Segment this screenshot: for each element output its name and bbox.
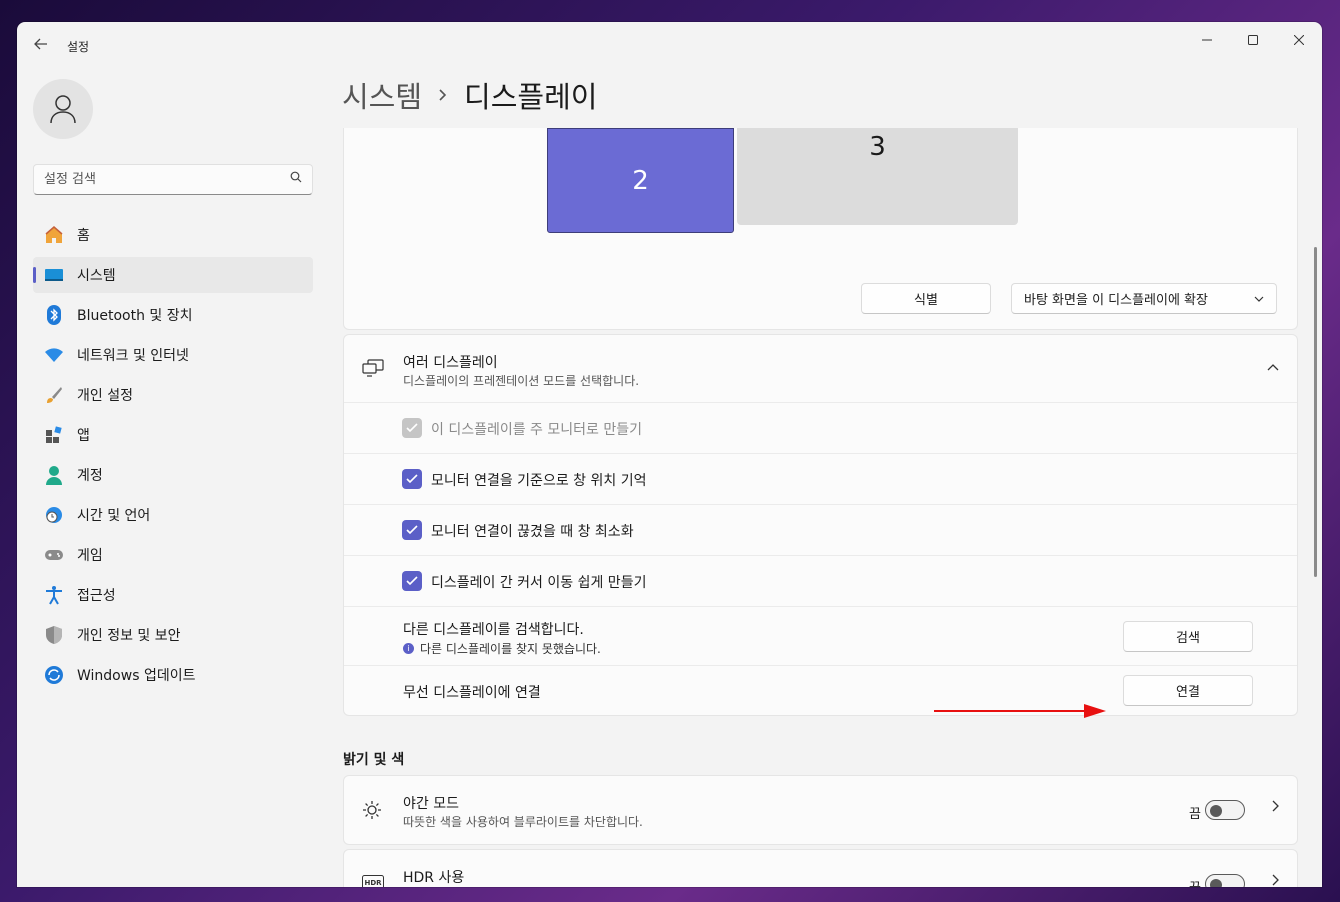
night-light-card[interactable]: 야간 모드 따뜻한 색을 사용하여 블루라이트를 차단합니다. 끔 xyxy=(343,775,1298,845)
detect-button[interactable]: 검색 xyxy=(1123,621,1253,652)
check-icon xyxy=(406,474,418,484)
multiple-displays-card: 여러 디스플레이 디스플레이의 프레젠테이션 모드를 선택합니다. 이 디스플레… xyxy=(343,334,1298,716)
option-row-cursor-ease: 디스플레이 간 커서 이동 쉽게 만들기 xyxy=(344,556,1297,607)
night-light-subtitle: 따뜻한 색을 사용하여 블루라이트를 차단합니다. xyxy=(403,815,643,829)
display-arrangement-card: 2 3 식별 바탕 화면을 이 디스플레이에 확장 xyxy=(343,128,1298,330)
detect-displays-row: 다른 디스플레이를 검색합니다. i 다른 디스플레이를 찾지 못했습니다. 검… xyxy=(344,607,1297,666)
sidebar-item-system[interactable]: 시스템 xyxy=(33,257,313,293)
page-title: 디스플레이 xyxy=(464,80,598,114)
identify-button[interactable]: 식별 xyxy=(861,283,991,314)
update-icon xyxy=(43,664,65,686)
settings-search xyxy=(33,164,313,195)
brush-icon xyxy=(43,384,65,406)
check-icon xyxy=(406,423,418,433)
hdr-state: 끔 xyxy=(1189,877,1201,887)
app-title: 설정 xyxy=(67,40,90,54)
checkbox-minimize-windows[interactable] xyxy=(402,520,422,540)
settings-window: 설정 홈 시스템 Bluetooth 및 장치 xyxy=(17,22,1322,887)
accessibility-icon xyxy=(43,584,65,606)
svg-text:HDR: HDR xyxy=(364,879,382,887)
title-bar: 설정 xyxy=(17,22,1322,66)
hdr-toggle[interactable] xyxy=(1205,874,1245,887)
section-title-brightness: 밝기 및 색 xyxy=(343,752,405,768)
option-row-minimize-windows: 모니터 연결이 끊겼을 때 창 최소화 xyxy=(344,505,1297,556)
home-icon xyxy=(43,224,65,246)
close-button[interactable] xyxy=(1276,26,1322,56)
chevron-right-icon xyxy=(438,83,448,107)
search-icon[interactable] xyxy=(290,171,302,187)
sidebar-item-windows-update[interactable]: Windows 업데이트 xyxy=(33,657,313,693)
breadcrumb-parent[interactable]: 시스템 xyxy=(342,74,422,116)
wifi-icon xyxy=(43,344,65,366)
account-icon xyxy=(43,464,65,486)
multiple-displays-subtitle: 디스플레이의 프레젠테이션 모드를 선택합니다. xyxy=(403,374,640,388)
monitor-2-tile[interactable]: 2 xyxy=(547,128,734,233)
multiple-displays-header[interactable]: 여러 디스플레이 디스플레이의 프레젠테이션 모드를 선택합니다. xyxy=(344,335,1297,403)
night-light-state: 끔 xyxy=(1189,807,1201,822)
display-mode-dropdown[interactable]: 바탕 화면을 이 디스플레이에 확장 xyxy=(1011,283,1277,314)
option-row-remember-window: 모니터 연결을 기준으로 창 위치 기억 xyxy=(344,454,1297,505)
back-button[interactable] xyxy=(29,34,53,58)
sidebar-nav: 홈 시스템 Bluetooth 및 장치 네트워크 및 인터넷 개인 설정 앱 … xyxy=(33,217,313,697)
hdr-card[interactable]: HDR HDR 사용 끔 xyxy=(343,849,1298,887)
apps-icon xyxy=(43,424,65,446)
sidebar-item-privacy[interactable]: 개인 정보 및 보안 xyxy=(33,617,313,653)
chevron-down-icon xyxy=(1254,291,1264,306)
option-row-primary: 이 디스플레이를 주 모니터로 만들기 xyxy=(344,403,1297,454)
hdr-title: HDR 사용 xyxy=(403,870,465,886)
shield-icon xyxy=(43,624,65,646)
night-light-title: 야간 모드 xyxy=(403,796,459,812)
chevron-right-icon[interactable] xyxy=(1271,800,1279,816)
search-input[interactable] xyxy=(34,165,274,194)
breadcrumb: 시스템 디스플레이 xyxy=(342,74,597,116)
multi-monitor-icon xyxy=(362,359,384,381)
chevron-right-icon[interactable] xyxy=(1271,874,1279,887)
minimize-icon xyxy=(1202,39,1212,41)
maximize-icon xyxy=(1248,35,1258,45)
sidebar-item-accessibility[interactable]: 접근성 xyxy=(33,577,313,613)
night-light-toggle[interactable] xyxy=(1205,800,1245,820)
checkbox-remember-window[interactable] xyxy=(402,469,422,489)
user-icon xyxy=(50,95,76,124)
wireless-display-row: 무선 디스플레이에 연결 연결 xyxy=(344,666,1297,716)
chevron-up-icon[interactable] xyxy=(1267,359,1279,375)
sun-icon xyxy=(362,800,382,824)
sidebar-item-gaming[interactable]: 게임 xyxy=(33,537,313,573)
monitor-icon xyxy=(43,264,65,286)
info-icon: i xyxy=(403,643,414,654)
detect-title: 다른 디스플레이를 검색합니다. xyxy=(403,622,584,638)
sidebar-item-personalization[interactable]: 개인 설정 xyxy=(33,377,313,413)
monitor-3-tile[interactable]: 3 xyxy=(737,128,1018,225)
sidebar-item-apps[interactable]: 앱 xyxy=(33,417,313,453)
detect-status: i 다른 디스플레이를 찾지 못했습니다. xyxy=(403,640,601,657)
globe-clock-icon xyxy=(43,504,65,526)
red-arrow-annotation xyxy=(934,704,1106,718)
check-icon xyxy=(406,576,418,586)
user-avatar[interactable] xyxy=(33,79,93,139)
connect-button[interactable]: 연결 xyxy=(1123,675,1253,706)
sidebar-item-accounts[interactable]: 계정 xyxy=(33,457,313,493)
sidebar-item-home[interactable]: 홈 xyxy=(33,217,313,253)
multiple-displays-title: 여러 디스플레이 xyxy=(403,355,498,371)
maximize-button[interactable] xyxy=(1230,26,1276,56)
gamepad-icon xyxy=(43,544,65,566)
sidebar-item-network[interactable]: 네트워크 및 인터넷 xyxy=(33,337,313,373)
sidebar-item-time-language[interactable]: 시간 및 언어 xyxy=(33,497,313,533)
hdr-icon: HDR xyxy=(362,874,384,887)
bluetooth-icon xyxy=(43,304,65,326)
close-icon xyxy=(1293,34,1305,46)
checkbox-primary-display[interactable] xyxy=(402,418,422,438)
check-icon xyxy=(406,525,418,535)
checkbox-cursor-ease[interactable] xyxy=(402,571,422,591)
back-arrow-icon xyxy=(34,38,47,50)
minimize-button[interactable] xyxy=(1184,26,1230,56)
sidebar-item-bluetooth[interactable]: Bluetooth 및 장치 xyxy=(33,297,313,333)
scrollbar[interactable] xyxy=(1314,247,1317,577)
